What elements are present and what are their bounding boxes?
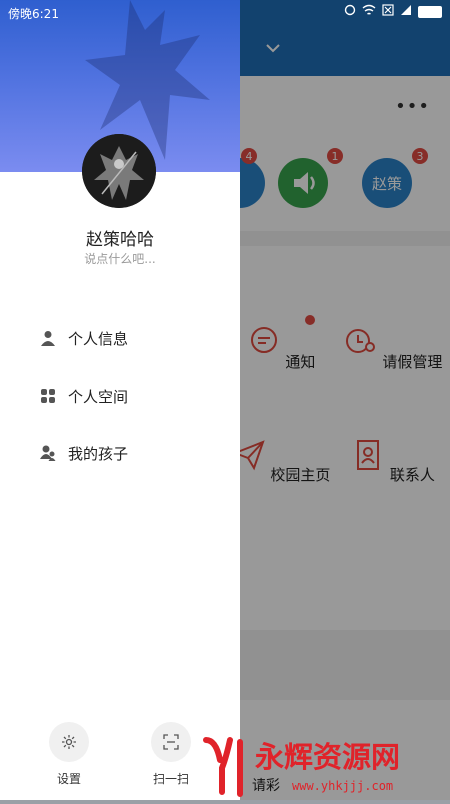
- user-signature[interactable]: 说点什么吧...: [0, 250, 240, 267]
- settings-button[interactable]: 设置: [29, 722, 109, 787]
- menu-item-label: 我的孩子: [68, 444, 129, 463]
- status-time: 傍晚6:21: [8, 7, 59, 21]
- person-icon: [40, 330, 56, 346]
- gear-icon: [49, 722, 89, 762]
- watermark-text: 永辉资源网: [255, 740, 401, 774]
- scan-label: 扫一扫: [152, 772, 189, 786]
- child-icon: [40, 445, 56, 461]
- watermark: 永辉资源网 www.yhkjjj.com: [200, 732, 450, 800]
- signal-icon: [400, 4, 412, 19]
- user-name[interactable]: 赵策哈哈: [0, 225, 240, 250]
- battery-icon: [418, 5, 442, 18]
- status-bar: 傍晚6:21: [0, 0, 450, 24]
- avatar[interactable]: [82, 134, 156, 208]
- menu-item-personal-space[interactable]: 个人空间: [40, 383, 128, 409]
- menu-item-label: 个人空间: [68, 387, 129, 406]
- watermark-url: www.yhkjjj.com: [292, 779, 394, 793]
- settings-label: 设置: [56, 772, 81, 786]
- status-icons: [344, 4, 442, 19]
- sim-icon: [382, 4, 394, 19]
- menu-item-personal-info[interactable]: 个人信息: [40, 325, 128, 351]
- avatar-image: [82, 134, 156, 208]
- sync-icon: [344, 4, 356, 19]
- grid-icon: [40, 388, 56, 404]
- navigation-drawer: 赵策哈哈 说点什么吧... 个人信息 个人空间 我的孩子 设置 扫一扫: [0, 0, 240, 800]
- scan-button[interactable]: 扫一扫: [131, 722, 211, 787]
- menu-item-label: 个人信息: [68, 329, 129, 348]
- scan-icon: [151, 722, 191, 762]
- wifi-icon: [362, 4, 376, 19]
- menu-item-my-children[interactable]: 我的孩子: [40, 440, 128, 466]
